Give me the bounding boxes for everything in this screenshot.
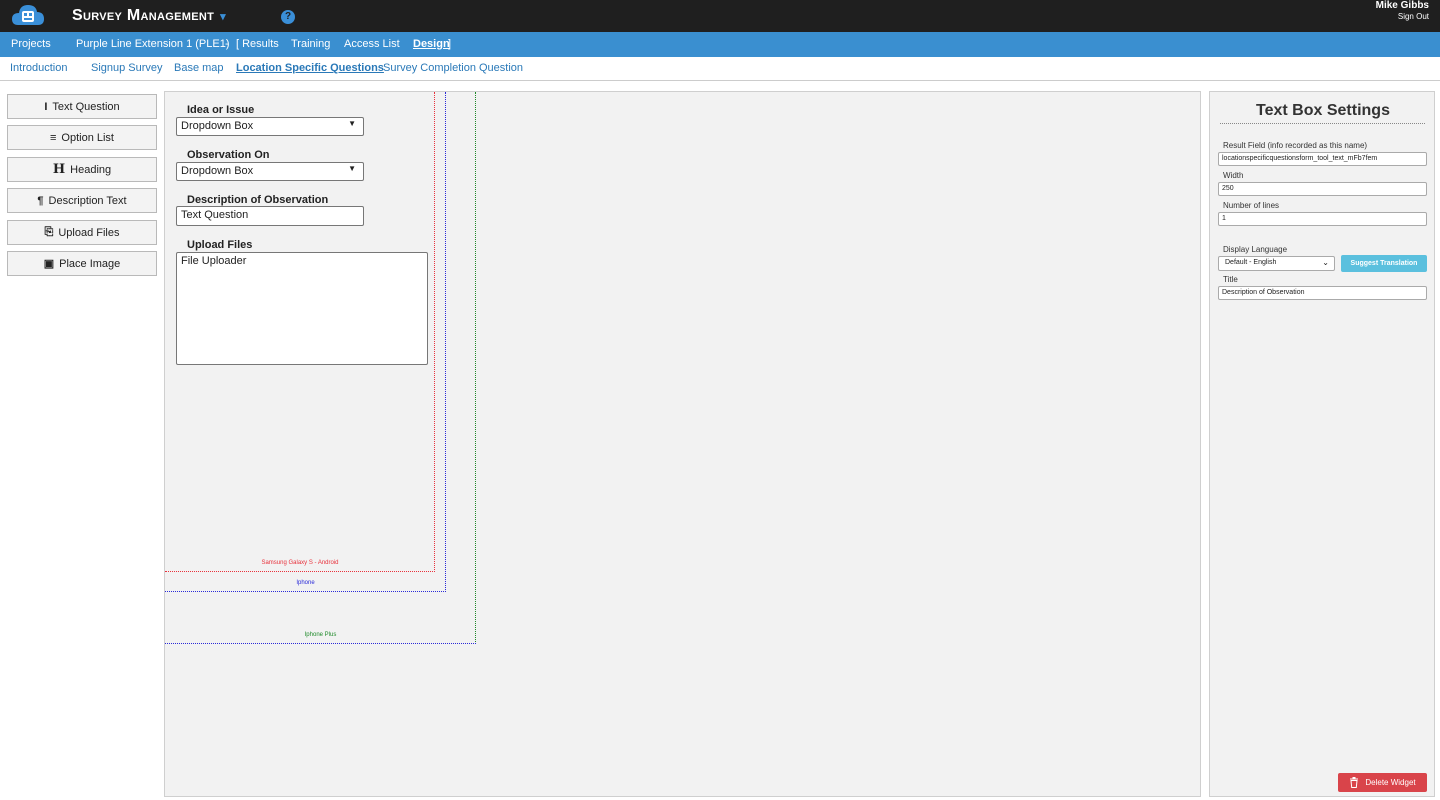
nav-project-name[interactable]: Purple Line Extension 1 (PLE1) — [76, 38, 229, 50]
design-canvas[interactable]: Idea or Issue Dropdown Box ▼ Observation… — [164, 91, 1201, 797]
tab-introduction[interactable]: Introduction — [10, 62, 67, 74]
form-tabs: Introduction Signup Survey Base map Loca… — [0, 57, 1440, 81]
text-box-settings-panel: Text Box Settings Result Field (info rec… — [1209, 91, 1435, 797]
add-description-text-button[interactable]: ¶ Description Text — [7, 188, 157, 213]
top-bar: Survey Management ▾ ? Mike Gibbs Sign Out — [0, 0, 1440, 32]
add-upload-files-button[interactable]: ⎘ Upload Files — [7, 220, 157, 245]
tab-base-map[interactable]: Base map — [174, 62, 224, 74]
observation-on-dropdown[interactable]: Dropdown Box ▼ — [176, 162, 364, 181]
tab-survey-completion-question[interactable]: Survey Completion Question — [383, 62, 523, 74]
nav-design[interactable]: Design — [413, 38, 450, 50]
app-title-menu[interactable]: Survey Management ▾ — [72, 7, 226, 25]
iphone-plus-guide-vertical — [475, 92, 476, 644]
tool-label: Option List — [61, 131, 114, 144]
iphone-plus-guide-label: Iphone Plus — [304, 632, 337, 638]
heading-icon: H — [52, 162, 66, 177]
user-menu: Mike Gibbs Sign Out — [1376, 1, 1429, 21]
iphone-guide-label: Iphone — [296, 580, 315, 586]
add-text-question-button[interactable]: I Text Question — [7, 94, 157, 119]
iphone-guide-horizontal — [165, 591, 446, 592]
nav-projects[interactable]: Projects — [11, 38, 51, 50]
suggest-translation-button[interactable]: Suggest Translation — [1341, 255, 1427, 272]
list-icon: ≡ — [49, 131, 57, 144]
upload-file-icon: ⎘ — [44, 226, 54, 238]
user-name: Mike Gibbs — [1375, 0, 1429, 11]
field-label-upload-files[interactable]: Upload Files — [187, 239, 252, 251]
result-field-label: Result Field (info recorded as this name… — [1223, 141, 1368, 150]
samsung-guide-label: Samsung Galaxy S - Android — [261, 560, 339, 566]
tool-label: Place Image — [59, 257, 121, 270]
title-divider — [1220, 123, 1425, 124]
chevron-down-icon: ▾ — [220, 11, 226, 23]
chevron-down-icon: ⌄ — [1322, 258, 1329, 267]
dropdown-value: Dropdown Box — [181, 165, 254, 177]
nav-results[interactable]: [ Results — [236, 38, 279, 50]
image-icon: ▣ — [43, 258, 55, 270]
iphone-plus-guide-horizontal — [165, 643, 476, 644]
cloud-logo-icon[interactable] — [10, 1, 46, 31]
add-option-list-button[interactable]: ≡ Option List — [7, 125, 157, 150]
field-label-idea-or-issue[interactable]: Idea or Issue — [187, 104, 254, 116]
display-language-label: Display Language — [1223, 245, 1288, 254]
field-label-description-of-observation[interactable]: Description of Observation — [187, 194, 328, 206]
title-input[interactable]: Description of Observation — [1218, 286, 1427, 300]
dropdown-value: Dropdown Box — [181, 120, 254, 132]
delete-widget-label: Delete Widget — [1365, 778, 1416, 787]
delete-widget-button[interactable]: Delete Widget — [1338, 773, 1427, 792]
tool-label: Upload Files — [58, 226, 120, 239]
settings-title: Text Box Settings — [1256, 102, 1390, 119]
number-of-lines-input[interactable]: 1 — [1218, 212, 1427, 226]
caret-down-icon: ▼ — [348, 164, 356, 173]
tab-signup-survey[interactable]: Signup Survey — [91, 62, 163, 74]
trash-icon — [1350, 777, 1359, 788]
project-nav: Projects Purple Line Extension 1 (PLE1) … — [0, 32, 1440, 57]
number-of-lines-label: Number of lines — [1223, 201, 1280, 210]
title-field-label: Title — [1223, 275, 1238, 284]
width-label: Width — [1223, 171, 1244, 180]
add-heading-button[interactable]: H Heading — [7, 157, 157, 182]
result-field-input[interactable]: locationspecificquestionsform_tool_text_… — [1218, 152, 1427, 166]
tool-label: Text Question — [52, 100, 120, 113]
caret-down-icon: ▼ — [348, 119, 356, 128]
help-icon[interactable]: ? — [281, 10, 295, 24]
nav-access-list[interactable]: Access List — [344, 38, 400, 50]
nav-close-bracket: ] — [448, 38, 452, 50]
idea-or-issue-dropdown[interactable]: Dropdown Box ▼ — [176, 117, 364, 136]
sign-out-link[interactable]: Sign Out — [1376, 13, 1429, 21]
field-label-observation-on[interactable]: Observation On — [187, 149, 270, 161]
iphone-guide-vertical — [445, 92, 446, 592]
paragraph-icon: ¶ — [37, 194, 44, 207]
tool-label: Description Text — [48, 194, 127, 207]
tab-location-specific-questions[interactable]: Location Specific Questions — [236, 62, 384, 74]
file-uploader-widget[interactable]: File Uploader — [176, 252, 428, 365]
width-input[interactable]: 250 — [1218, 182, 1427, 196]
select-value: Default - English — [1225, 259, 1277, 266]
app-title: Survey Management — [72, 7, 215, 24]
add-place-image-button[interactable]: ▣ Place Image — [7, 251, 157, 276]
samsung-guide-vertical — [434, 92, 435, 572]
text-cursor-icon: I — [44, 100, 48, 113]
description-of-observation-textbox[interactable]: Text Question — [176, 206, 364, 226]
display-language-select[interactable]: Default - English ⌄ — [1218, 256, 1335, 271]
tool-label: Heading — [70, 163, 112, 176]
nav-training[interactable]: Training — [291, 38, 330, 50]
samsung-guide-horizontal — [165, 571, 435, 572]
nav-separator: - — [225, 38, 229, 50]
